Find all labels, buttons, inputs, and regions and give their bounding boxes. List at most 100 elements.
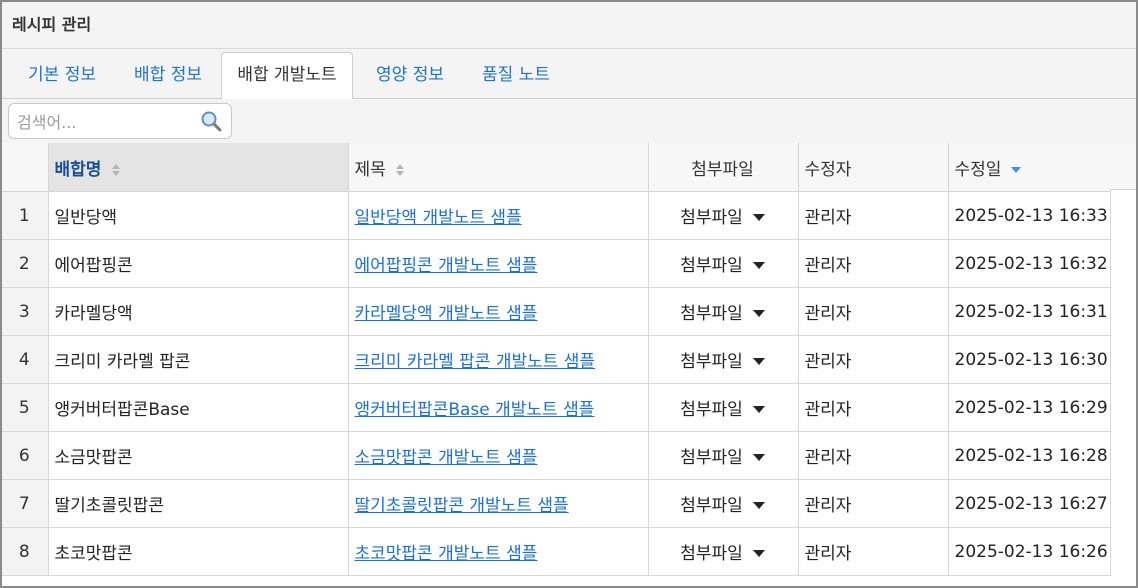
header-name[interactable]: 배합명 bbox=[48, 143, 349, 192]
tab-quality-note[interactable]: 품질 노트 bbox=[468, 53, 564, 97]
mix-name-cell: 앵커버터팝콘Base bbox=[48, 383, 349, 432]
attachment-label: 첨부파일 bbox=[680, 208, 743, 228]
attachment-cell[interactable]: 첨부파일 bbox=[648, 191, 799, 240]
header-title[interactable]: 제목 bbox=[348, 143, 649, 192]
attachment-cell[interactable]: 첨부파일 bbox=[648, 479, 799, 528]
tab-bar: 기본 정보 배합 정보 배합 개발노트 영양 정보 품질 노트 bbox=[2, 49, 1136, 100]
caret-down-icon[interactable] bbox=[752, 310, 765, 318]
table-header-row: 배합명 제목 첨부파일 수정자 수정일 bbox=[2, 143, 1111, 192]
attachment-label: 첨부파일 bbox=[680, 304, 743, 324]
header-modified-label: 수정일 bbox=[954, 159, 1002, 180]
title-cell: 크리미 카라멜 팝콘 개발노트 샘플 bbox=[348, 335, 649, 384]
editor-cell: 관리자 bbox=[798, 239, 949, 288]
title-link[interactable]: 카라멜당액 개발노트 샘플 bbox=[355, 304, 538, 324]
modified-cell: 2025-02-13 16:26 bbox=[948, 527, 1111, 576]
modified-cell: 2025-02-13 16:27 bbox=[948, 479, 1111, 528]
title-cell: 소금맛팝콘 개발노트 샘플 bbox=[348, 431, 649, 480]
row-number: 5 bbox=[2, 383, 49, 432]
mix-name-cell: 초코맛팝콘 bbox=[48, 527, 349, 576]
table-row[interactable]: 3 카라멜당액 카라멜당액 개발노트 샘플 첨부파일 관리자 2025-02-1… bbox=[2, 287, 1111, 336]
header-editor[interactable]: 수정자 bbox=[798, 143, 949, 192]
tab-mix-info[interactable]: 배합 정보 bbox=[120, 53, 216, 97]
header-modified[interactable]: 수정일 bbox=[948, 143, 1111, 192]
table-row[interactable]: 1 일반당액 일반당액 개발노트 샘플 첨부파일 관리자 2025-02-13 … bbox=[2, 191, 1111, 240]
table-row[interactable]: 8 초코맛팝콘 초코맛팝콘 개발노트 샘플 첨부파일 관리자 2025-02-1… bbox=[2, 527, 1111, 576]
title-cell: 초코맛팝콘 개발노트 샘플 bbox=[348, 527, 649, 576]
attachment-label: 첨부파일 bbox=[680, 448, 743, 468]
caret-down-icon[interactable] bbox=[752, 550, 765, 558]
row-number: 2 bbox=[2, 239, 49, 288]
header-filler bbox=[1110, 143, 1136, 190]
modified-cell: 2025-02-13 16:32 bbox=[948, 239, 1111, 288]
attachment-cell[interactable]: 첨부파일 bbox=[648, 287, 799, 336]
editor-cell: 관리자 bbox=[798, 479, 949, 528]
tab-basic-info[interactable]: 기본 정보 bbox=[14, 53, 110, 97]
caret-down-icon[interactable] bbox=[752, 358, 765, 366]
mix-name-cell: 딸기초콜릿팝콘 bbox=[48, 479, 349, 528]
sort-icon bbox=[112, 163, 121, 176]
row-number: 4 bbox=[2, 335, 49, 384]
title-link[interactable]: 에어팝핑콘 개발노트 샘플 bbox=[355, 256, 538, 276]
recipe-management-window: 레시피 관리 기본 정보 배합 정보 배합 개발노트 영양 정보 품질 노트 검… bbox=[0, 0, 1138, 588]
attachment-label: 첨부파일 bbox=[680, 544, 743, 564]
dev-note-table: 배합명 제목 첨부파일 수정자 수정일 1 일반당액 일반당액 개발노트 샘플 … bbox=[2, 143, 1111, 576]
header-attachment[interactable]: 첨부파일 bbox=[648, 143, 799, 192]
editor-cell: 관리자 bbox=[798, 287, 949, 336]
table-row[interactable]: 2 에어팝핑콘 에어팝핑콘 개발노트 샘플 첨부파일 관리자 2025-02-1… bbox=[2, 239, 1111, 288]
attachment-cell[interactable]: 첨부파일 bbox=[648, 527, 799, 576]
title-cell: 카라멜당액 개발노트 샘플 bbox=[348, 287, 649, 336]
caret-down-icon[interactable] bbox=[752, 502, 765, 510]
attachment-label: 첨부파일 bbox=[680, 400, 743, 420]
editor-cell: 관리자 bbox=[798, 431, 949, 480]
sort-desc-icon bbox=[1010, 166, 1021, 173]
tab-mix-dev-note[interactable]: 배합 개발노트 bbox=[221, 52, 353, 100]
title-cell: 일반당액 개발노트 샘플 bbox=[348, 191, 649, 240]
search-icon[interactable] bbox=[199, 109, 223, 133]
tab-nutrition-info[interactable]: 영양 정보 bbox=[362, 53, 458, 97]
editor-cell: 관리자 bbox=[798, 383, 949, 432]
attachment-cell[interactable]: 첨부파일 bbox=[648, 335, 799, 384]
attachment-cell[interactable]: 첨부파일 bbox=[648, 239, 799, 288]
table-row[interactable]: 5 앵커버터팝콘Base 앵커버터팝콘Base 개발노트 샘플 첨부파일 관리자… bbox=[2, 383, 1111, 432]
window-title: 레시피 관리 bbox=[2, 2, 1136, 49]
modified-cell: 2025-02-13 16:28 bbox=[948, 431, 1111, 480]
row-number: 6 bbox=[2, 431, 49, 480]
mix-name-cell: 크리미 카라멜 팝콘 bbox=[48, 335, 349, 384]
table-row[interactable]: 4 크리미 카라멜 팝콘 크리미 카라멜 팝콘 개발노트 샘플 첨부파일 관리자… bbox=[2, 335, 1111, 384]
editor-cell: 관리자 bbox=[798, 191, 949, 240]
modified-cell: 2025-02-13 16:33 bbox=[948, 191, 1111, 240]
modified-cell: 2025-02-13 16:30 bbox=[948, 335, 1111, 384]
caret-down-icon[interactable] bbox=[752, 214, 765, 222]
header-title-label: 제목 bbox=[354, 159, 386, 180]
sort-icon bbox=[396, 163, 405, 176]
title-link[interactable]: 일반당액 개발노트 샘플 bbox=[355, 208, 522, 228]
attachment-cell[interactable]: 첨부파일 bbox=[648, 431, 799, 480]
title-link[interactable]: 크리미 카라멜 팝콘 개발노트 샘플 bbox=[355, 352, 596, 372]
title-link[interactable]: 초코맛팝콘 개발노트 샘플 bbox=[355, 544, 538, 564]
search-input[interactable] bbox=[15, 110, 199, 134]
title-cell: 에어팝핑콘 개발노트 샘플 bbox=[348, 239, 649, 288]
caret-down-icon[interactable] bbox=[752, 262, 765, 270]
title-cell: 앵커버터팝콘Base 개발노트 샘플 bbox=[348, 383, 649, 432]
editor-cell: 관리자 bbox=[798, 335, 949, 384]
attachment-label: 첨부파일 bbox=[680, 352, 743, 372]
attachment-label: 첨부파일 bbox=[680, 496, 743, 516]
table-row[interactable]: 7 딸기초콜릿팝콘 딸기초콜릿팝콘 개발노트 샘플 첨부파일 관리자 2025-… bbox=[2, 479, 1111, 528]
title-link[interactable]: 딸기초콜릿팝콘 개발노트 샘플 bbox=[355, 496, 569, 516]
row-number: 1 bbox=[2, 191, 49, 240]
attachment-label: 첨부파일 bbox=[680, 256, 743, 276]
mix-name-cell: 소금맛팝콘 bbox=[48, 431, 349, 480]
mix-name-cell: 에어팝핑콘 bbox=[48, 239, 349, 288]
title-link[interactable]: 앵커버터팝콘Base 개발노트 샘플 bbox=[355, 400, 595, 420]
caret-down-icon[interactable] bbox=[752, 454, 765, 462]
table-row[interactable]: 6 소금맛팝콘 소금맛팝콘 개발노트 샘플 첨부파일 관리자 2025-02-1… bbox=[2, 431, 1111, 480]
caret-down-icon[interactable] bbox=[752, 406, 765, 414]
attachment-cell[interactable]: 첨부파일 bbox=[648, 383, 799, 432]
title-cell: 딸기초콜릿팝콘 개발노트 샘플 bbox=[348, 479, 649, 528]
mix-name-cell: 일반당액 bbox=[48, 191, 349, 240]
editor-cell: 관리자 bbox=[798, 527, 949, 576]
row-number: 7 bbox=[2, 479, 49, 528]
row-number: 3 bbox=[2, 287, 49, 336]
title-link[interactable]: 소금맛팝콘 개발노트 샘플 bbox=[355, 448, 538, 468]
search-field[interactable] bbox=[8, 103, 232, 139]
